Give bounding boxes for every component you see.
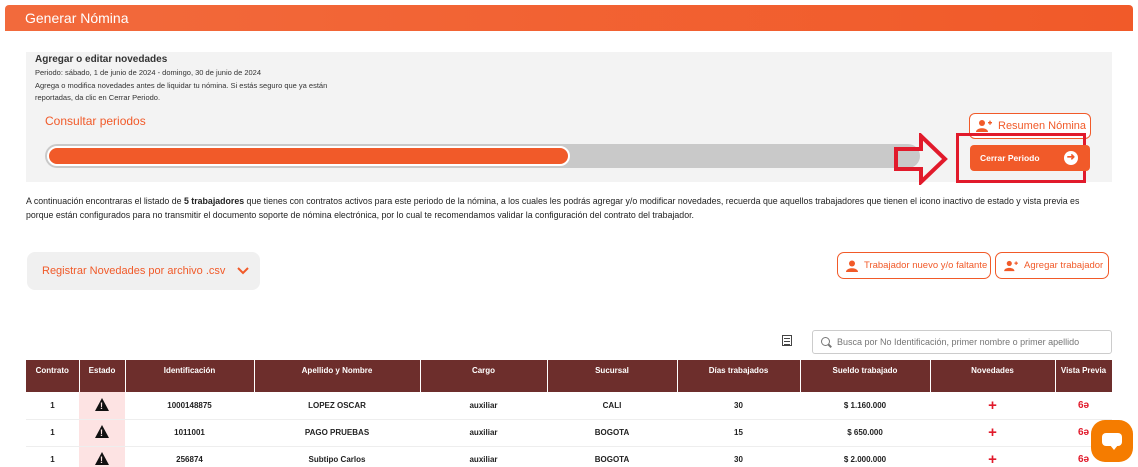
col-cargo[interactable]: Cargo	[420, 360, 548, 392]
status-cell	[79, 419, 125, 447]
consultar-periodos-link[interactable]: Consultar periodos	[45, 114, 146, 128]
add-novedad-cell: +	[930, 446, 1055, 467]
cell-nombre: Subtipo Carlos	[254, 446, 420, 467]
plus-icon[interactable]: +	[988, 451, 997, 467]
search-input[interactable]	[837, 334, 1107, 350]
export-csv-icon[interactable]	[782, 335, 792, 346]
cell-sueldo: $ 1.160.000	[800, 392, 930, 420]
arrow-right-icon	[894, 133, 948, 185]
table-header-row: Contrato Estado Identificación Apellido …	[26, 360, 1113, 392]
page-title: Generar Nómina	[25, 10, 129, 26]
panel-hint: Agrega o modifica novedades antes de liq…	[35, 81, 328, 102]
arrow-circle-icon: ➜	[1064, 151, 1078, 165]
status-cell	[79, 446, 125, 467]
col-novedades[interactable]: Novedades	[930, 360, 1056, 392]
cerrar-periodo-label: Cerrar Periodo	[980, 153, 1040, 163]
cell-sucursal: BOGOTA	[547, 419, 677, 447]
plus-icon[interactable]: +	[988, 424, 997, 441]
add-novedad-cell: +	[930, 419, 1055, 447]
glasses-icon[interactable]: 6ə	[1078, 454, 1089, 465]
cell-id: 1011001	[125, 419, 254, 447]
agregar-trabajador-label: Agregar trabajador	[1024, 260, 1104, 271]
col-identificacion[interactable]: Identificación	[125, 360, 255, 392]
col-estado[interactable]: Estado	[79, 360, 126, 392]
cell-nombre: LOPEZ OSCAR	[254, 392, 420, 420]
cell-dias: 30	[677, 446, 800, 467]
user-icon	[846, 260, 858, 272]
intro-part1: A continuación encontraras el listado de	[26, 196, 184, 206]
chat-widget-button[interactable]	[1091, 420, 1133, 462]
trabajador-nuevo-label: Trabajador nuevo y/o faltante	[864, 260, 988, 271]
cell-id: 256874	[125, 446, 254, 467]
add-novedad-cell: +	[930, 392, 1055, 420]
cerrar-periodo-button[interactable]: Cerrar Periodo ➜	[970, 145, 1090, 171]
agregar-trabajador-button[interactable]: Agregar trabajador	[995, 252, 1109, 279]
search-icon	[821, 337, 830, 346]
cell-nombre: PAGO PRUEBAS	[254, 419, 420, 447]
cell-id: 1000148875	[125, 392, 254, 420]
user-plus-icon	[1004, 260, 1018, 271]
table-row: 1 1000148875 LOPEZ OSCAR auxiliar CALI 3…	[26, 392, 1112, 420]
preview-cell: 6ə	[1055, 392, 1112, 420]
chevron-down-icon	[237, 267, 250, 275]
trabajador-nuevo-button[interactable]: Trabajador nuevo y/o faltante	[837, 252, 991, 279]
intro-text: A continuación encontraras el listado de…	[26, 194, 1106, 222]
cell-sucursal: BOGOTA	[547, 446, 677, 467]
panel-title: Agregar o editar novedades	[35, 54, 168, 65]
period-progress-bar	[45, 144, 920, 168]
cell-sueldo: $ 650.000	[800, 419, 930, 447]
plus-icon[interactable]: +	[988, 397, 997, 414]
workers-table: Contrato Estado Identificación Apellido …	[26, 360, 1113, 467]
period-text: Periodo: sábado, 1 de junio de 2024 - do…	[35, 68, 262, 77]
search-box[interactable]	[812, 330, 1112, 354]
cell-cargo: auxiliar	[420, 392, 547, 420]
cell-sueldo: $ 2.000.000	[800, 446, 930, 467]
table-row: 1 256874 Subtipo Carlos auxiliar BOGOTA …	[26, 446, 1112, 467]
cell-contrato: 1	[26, 392, 79, 420]
table-row: 1 1011001 PAGO PRUEBAS auxiliar BOGOTA 1…	[26, 419, 1112, 447]
resumen-nomina-label: Resumen Nómina	[998, 120, 1087, 132]
progress-fill	[47, 146, 570, 166]
col-contrato[interactable]: Contrato	[26, 360, 80, 392]
intro-count: 5 trabajadores	[183, 196, 245, 206]
glasses-icon[interactable]: 6ə	[1078, 427, 1089, 438]
col-dias[interactable]: Días trabajados	[677, 360, 801, 392]
cell-cargo: auxiliar	[420, 419, 547, 447]
novedades-panel: Agregar o editar novedades Periodo: sába…	[26, 52, 1112, 182]
col-sueldo[interactable]: Sueldo trabajado	[800, 360, 931, 392]
warning-icon[interactable]	[95, 452, 109, 465]
cell-contrato: 1	[26, 446, 79, 467]
user-plus-icon	[976, 120, 992, 132]
glasses-icon[interactable]: 6ə	[1078, 400, 1089, 411]
warning-icon[interactable]	[95, 425, 109, 438]
page-header: Generar Nómina	[5, 5, 1133, 31]
cell-cargo: auxiliar	[420, 446, 547, 467]
col-nombre[interactable]: Apellido y Nombre	[254, 360, 421, 392]
chat-bubble-icon	[1102, 433, 1122, 450]
warning-icon[interactable]	[95, 397, 109, 411]
csv-upload-label: Registrar Novedades por archivo .csv	[42, 265, 226, 277]
cell-contrato: 1	[26, 419, 79, 447]
col-vista-previa[interactable]: Vista Previa	[1055, 360, 1113, 392]
cell-sucursal: CALI	[547, 392, 677, 420]
col-sucursal[interactable]: Sucursal	[547, 360, 678, 392]
cell-dias: 30	[677, 392, 800, 420]
csv-upload-accordion[interactable]: Registrar Novedades por archivo .csv	[27, 252, 260, 290]
cell-dias: 15	[677, 419, 800, 447]
status-cell	[79, 392, 125, 420]
